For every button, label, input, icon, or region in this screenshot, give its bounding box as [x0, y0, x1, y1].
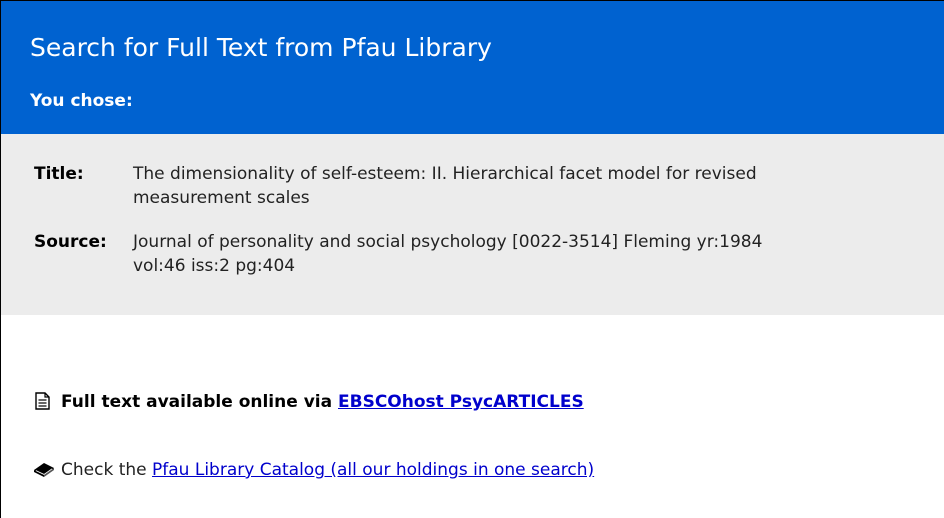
ebscohost-psycarticles-link[interactable]: EBSCOhost PsycARTICLES	[338, 392, 584, 412]
page: Search for Full Text from Pfau Library Y…	[0, 0, 944, 518]
title-value: The dimensionality of self-esteem: II. H…	[133, 164, 757, 208]
fulltext-text: Full text available online via	[61, 392, 338, 412]
document-icon	[33, 392, 55, 410]
catalog-text: Check the	[61, 460, 153, 480]
selection-heading: You chose:	[30, 91, 133, 111]
pfau-library-catalog-link[interactable]: Pfau Library Catalog (all our holdings i…	[152, 460, 594, 480]
header-banner: Search for Full Text from Pfau Library Y…	[1, 1, 944, 134]
source-label: Source:	[34, 232, 107, 252]
page-title: Search for Full Text from Pfau Library	[30, 33, 492, 62]
citation-panel: Title: The dimensionality of self-esteem…	[1, 134, 944, 315]
catalog-option: Check the Pfau Library Catalog (all our …	[33, 459, 594, 481]
fulltext-option: Full text available online via EBSCOhost…	[33, 391, 584, 413]
title-label: Title:	[34, 164, 84, 184]
book-icon	[33, 460, 55, 478]
source-value: Journal of personality and social psycho…	[133, 232, 763, 276]
